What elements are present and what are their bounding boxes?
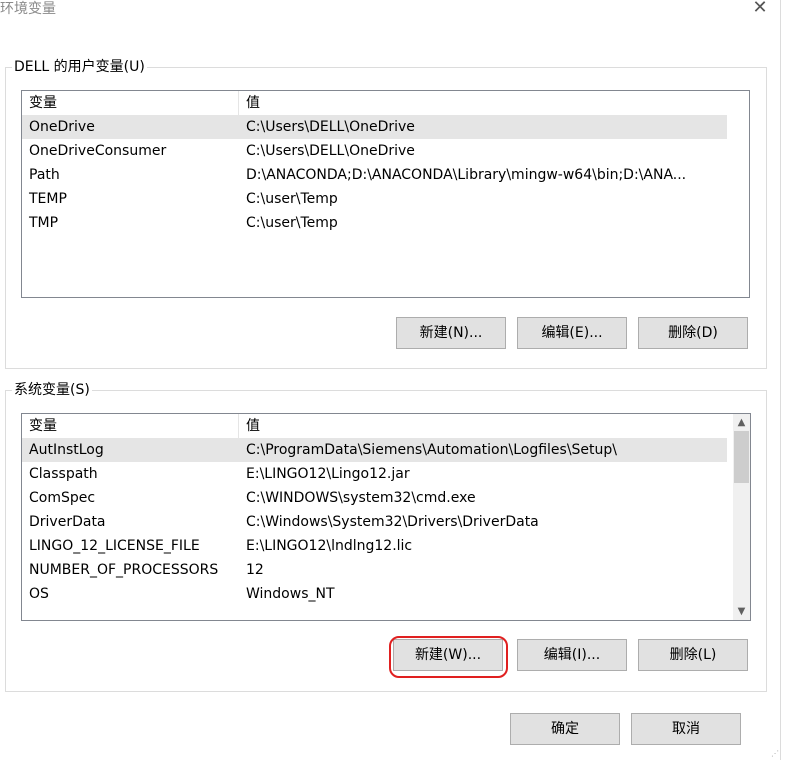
variable-name-cell: LINGO_12_LICENSE_FILE xyxy=(29,538,200,554)
variable-name-cell: TEMP xyxy=(29,191,67,207)
table-row[interactable]: TMP C:\user\Temp xyxy=(22,211,749,235)
vertical-scrollbar[interactable]: ▲ ▼ xyxy=(733,414,750,620)
user-variables-rows: OneDrive C:\Users\DELL\OneDrive OneDriveCo… xyxy=(22,115,749,235)
chevron-up-icon[interactable]: ▲ xyxy=(733,414,750,431)
table-row[interactable]: NUMBER_OF_PROCESSORS 12 xyxy=(22,558,750,582)
system-variables-rows: AutInstLog C:\ProgramData\Siemens\Automat… xyxy=(22,438,750,606)
variable-name-cell: TMP xyxy=(29,215,59,231)
user-new-button[interactable]: 新建(N)... xyxy=(396,317,506,349)
table-row[interactable]: LINGO_12_LICENSE_FILE E:\LINGO12\lndlng12… xyxy=(22,534,750,558)
title-bar: 环境变量 ✕ xyxy=(0,0,799,26)
table-row[interactable]: OS Windows_NT xyxy=(22,582,750,606)
resize-grip-icon[interactable]: ⋰ xyxy=(771,750,779,758)
table-row[interactable]: OneDriveConsumer C:\Users\DELL\OneDrive xyxy=(22,139,749,163)
variable-value-cell: Windows_NT xyxy=(246,586,335,602)
annotation-circle xyxy=(389,636,508,678)
scrollbar-thumb[interactable] xyxy=(734,431,749,483)
variable-value-cell: C:\WINDOWS\system32\cmd.exe xyxy=(246,490,476,506)
column-header-variable[interactable]: 变量 xyxy=(22,91,239,115)
variable-value-cell: C:\user\Temp xyxy=(246,191,338,207)
user-variables-list[interactable]: 变量 值 OneDrive C:\Users\DELL\OneDrive OneDr… xyxy=(21,90,750,298)
variable-name-cell: ComSpec xyxy=(29,490,96,506)
table-row[interactable]: DriverData C:\Windows\System32\Drivers\Dr… xyxy=(22,510,750,534)
system-variables-list[interactable]: 变量 值 AutInstLog C:\ProgramData\Siemens\Au… xyxy=(21,413,751,621)
variable-value-cell: D:\ANACONDA;D:\ANACONDA\Library\mingw-w6… xyxy=(246,167,687,183)
variable-name-cell: OneDrive xyxy=(29,119,95,135)
variable-name-cell: NUMBER_OF_PROCESSORS xyxy=(29,562,219,578)
window-title: 环境变量 xyxy=(0,1,56,17)
list-header: 变量 值 xyxy=(22,414,750,438)
variable-name-cell: DriverData xyxy=(29,514,106,530)
system-variables-legend: 系统变量(S) xyxy=(12,381,92,399)
variable-value-cell: C:\user\Temp xyxy=(246,215,338,231)
variable-name-cell: OneDriveConsumer xyxy=(29,143,167,159)
window-edge xyxy=(780,0,781,760)
table-row[interactable]: TEMP C:\user\Temp xyxy=(22,187,749,211)
variable-name-cell: Classpath xyxy=(29,466,98,482)
user-edit-button[interactable]: 编辑(E)... xyxy=(517,317,627,349)
column-header-value[interactable]: 值 xyxy=(239,414,729,438)
cancel-button[interactable]: 取消 xyxy=(631,713,741,745)
column-header-variable[interactable]: 变量 xyxy=(22,414,239,438)
table-row[interactable]: ComSpec C:\WINDOWS\system32\cmd.exe xyxy=(22,486,750,510)
ok-button[interactable]: 确定 xyxy=(510,713,620,745)
variable-name-cell: OS xyxy=(29,586,49,602)
variable-value-cell: C:\Users\DELL\OneDrive xyxy=(246,119,415,135)
table-row[interactable]: AutInstLog C:\ProgramData\Siemens\Automat… xyxy=(22,438,727,462)
system-delete-button[interactable]: 删除(L) xyxy=(638,639,748,671)
variable-value-cell: E:\LINGO12\Lingo12.jar xyxy=(246,466,410,482)
chevron-down-icon[interactable]: ▼ xyxy=(733,603,750,620)
table-row[interactable]: Path D:\ANACONDA;D:\ANACONDA\Library\ming… xyxy=(22,163,749,187)
table-row[interactable]: Classpath E:\LINGO12\Lingo12.jar xyxy=(22,462,750,486)
variable-name-cell: AutInstLog xyxy=(29,442,104,458)
user-delete-button[interactable]: 删除(D) xyxy=(638,317,748,349)
variable-value-cell: E:\LINGO12\lndlng12.lic xyxy=(246,538,413,554)
user-variables-legend: DELL 的用户变量(U) xyxy=(12,58,147,76)
variable-value-cell: 12 xyxy=(246,562,264,578)
variable-name-cell: Path xyxy=(29,167,60,183)
variable-value-cell: C:\ProgramData\Siemens\Automation\Logfil… xyxy=(246,442,618,458)
column-header-value[interactable]: 值 xyxy=(239,91,729,115)
table-row[interactable]: OneDrive C:\Users\DELL\OneDrive xyxy=(22,115,727,139)
system-edit-button[interactable]: 编辑(I)... xyxy=(517,639,627,671)
variable-value-cell: C:\Windows\System32\Drivers\DriverData xyxy=(246,514,539,530)
variable-value-cell: C:\Users\DELL\OneDrive xyxy=(246,143,415,159)
list-header: 变量 值 xyxy=(22,91,749,115)
close-icon[interactable]: ✕ xyxy=(748,0,772,20)
